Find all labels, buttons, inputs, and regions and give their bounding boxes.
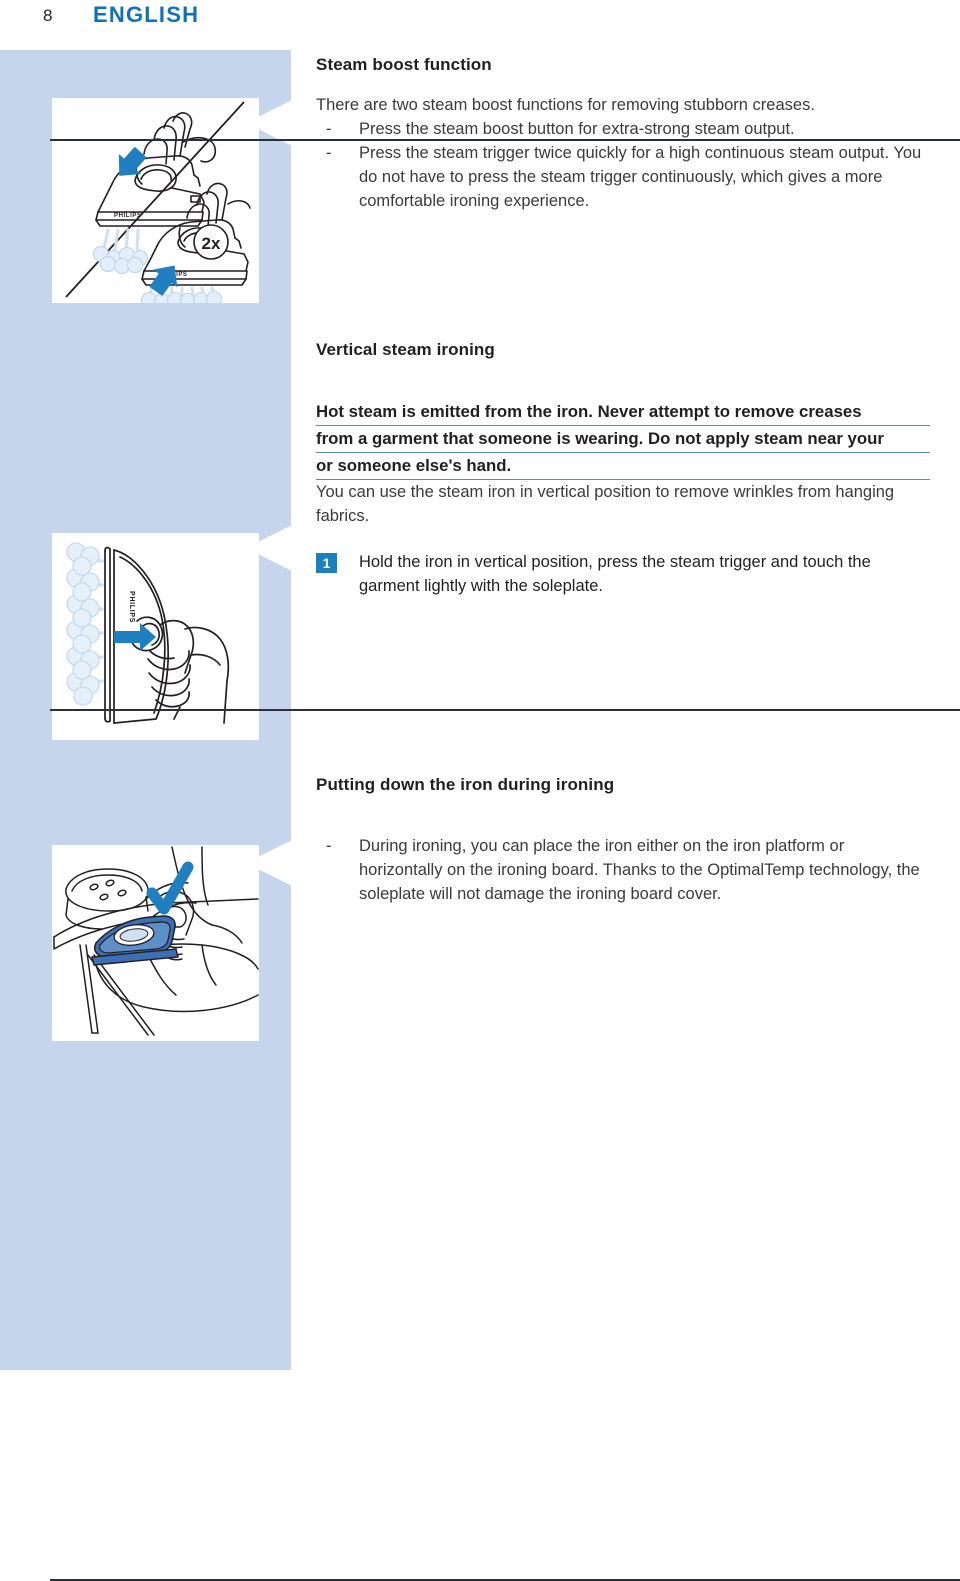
warning-line: from a garment that someone is wearing. … [316, 426, 930, 453]
vertical-steam-step-1: 1 Hold the iron in vertical position, pr… [316, 550, 930, 598]
vertical-steam-warning: Hot steam is emitted from the iron. Neve… [316, 399, 930, 480]
language-title: ENGLISH [93, 2, 200, 27]
section-title-steam-boost: Steam boost function [316, 55, 492, 74]
section-steam-boost: Steam boost function There are two steam… [50, 55, 960, 213]
iron-on-board-illustration [52, 845, 259, 1041]
iron-steam-boost-illustration: PHILIPS 2x [52, 98, 259, 303]
step-text: Hold the iron in vertical position, pres… [359, 553, 871, 595]
steam-boost-intro: There are two steam boost functions for … [316, 96, 815, 114]
dash-bullet: - [326, 144, 332, 162]
section-rule-2 [50, 709, 960, 711]
putting-down-bullet-list: - During ironing, you can place the iron… [316, 834, 930, 906]
dash-bullet: - [326, 837, 332, 855]
section-title-vertical-steam: Vertical steam ironing [316, 340, 495, 359]
section-vertical-steam-ironing: Vertical steam ironing Hot steam is emit… [50, 340, 960, 711]
list-item-text: Press the steam boost button for extra-s… [359, 120, 795, 138]
list-item-text: During ironing, you can place the iron e… [359, 837, 920, 903]
dash-bullet: - [326, 120, 332, 138]
page-header: 8 ENGLISH [0, 0, 960, 50]
badge-2x-label: 2x [202, 234, 221, 253]
section-putting-down-iron: Putting down the iron during ironing - D… [50, 775, 960, 1581]
list-item-text: Press the steam trigger twice quickly fo… [359, 144, 922, 210]
warning-line: or someone else's hand. [316, 453, 930, 480]
vertical-steam-body: You can use the steam iron in vertical p… [316, 483, 895, 525]
page-number: 8 [43, 6, 53, 25]
section-title-putting-down: Putting down the iron during ironing [316, 775, 615, 794]
list-item: - Press the steam trigger twice quickly … [316, 141, 930, 213]
svg-text:PHILIPS: PHILIPS [128, 591, 135, 623]
warning-line: Hot steam is emitted from the iron. Neve… [316, 399, 930, 426]
list-item: - Press the steam boost button for extra… [316, 117, 930, 141]
step-number-badge: 1 [316, 553, 337, 573]
list-item: - During ironing, you can place the iron… [316, 834, 930, 906]
steam-boost-bullet-list: - Press the steam boost button for extra… [316, 117, 930, 213]
svg-text:PHILIPS: PHILIPS [114, 213, 142, 219]
